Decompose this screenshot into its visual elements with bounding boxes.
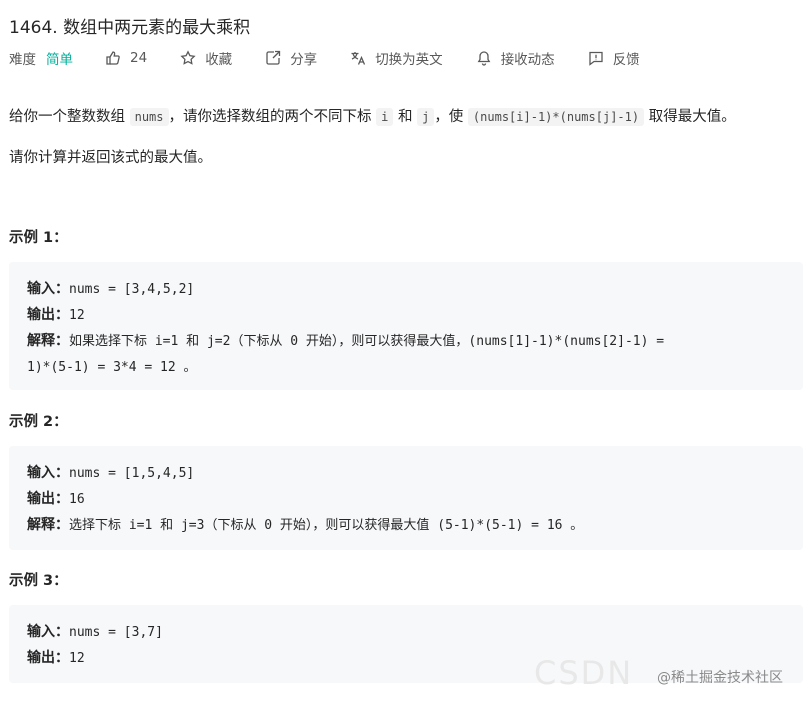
output-value: 12 bbox=[69, 308, 85, 323]
explain-label: 解释： bbox=[27, 333, 69, 349]
description-text: 和 bbox=[397, 109, 413, 125]
description-text: ，请你选择数组的两个不同下标 bbox=[168, 109, 372, 125]
difficulty-label: 难度 bbox=[9, 52, 36, 68]
feedback-icon bbox=[589, 51, 603, 66]
example-output-line: 输出：12 bbox=[27, 647, 85, 667]
inline-code: (nums[i]-1)*(nums[j]-1) bbox=[467, 108, 645, 126]
example-output-line: 输出：16 bbox=[27, 488, 85, 508]
output-label: 输出： bbox=[27, 650, 69, 666]
example-explain-line: 解释：选择下标 i=1 和 j=3（下标从 0 开始），则可以获得最大值 (5-… bbox=[27, 514, 583, 534]
input-label: 输入： bbox=[27, 624, 69, 640]
output-label: 输出： bbox=[27, 491, 69, 507]
example-1-title: 示例 1： bbox=[9, 230, 68, 246]
explain-value: 选择下标 i=1 和 j=3（下标从 0 开始），则可以获得最大值 (5-1)*… bbox=[69, 518, 584, 533]
input-value: nums = [3,7] bbox=[69, 625, 163, 640]
share-icon bbox=[266, 50, 281, 65]
like-button[interactable]: 24 bbox=[105, 50, 147, 66]
inline-code: nums bbox=[129, 108, 169, 126]
notify-button[interactable]: 接收动态 bbox=[476, 48, 555, 68]
thumbs-up-icon bbox=[106, 51, 120, 65]
feedback-button[interactable]: 反馈 bbox=[588, 48, 640, 68]
notify-label: 接收动态 bbox=[500, 52, 555, 68]
description-text: ，使 bbox=[434, 109, 464, 125]
csdn-watermark: CSDN bbox=[534, 654, 634, 692]
problem-toolbar: 难度 简单 24 收藏 分享 切换为英文 接收动态 反馈 bbox=[9, 48, 640, 68]
explain-label: 解释： bbox=[27, 517, 69, 533]
example-3-title: 示例 3： bbox=[9, 573, 68, 589]
bell-icon bbox=[477, 51, 491, 66]
problem-title: 1464. 数组中两元素的最大乘积 bbox=[9, 18, 251, 38]
example-input-line: 输入：nums = [3,4,5,2] bbox=[27, 278, 194, 298]
explain-value: 如果选择下标 i=1 和 j=2（下标从 0 开始），则可以获得最大值，(num… bbox=[69, 334, 665, 349]
description-text: 给你一个整数数组 bbox=[9, 109, 125, 125]
switch-language-button[interactable]: 切换为英文 bbox=[350, 48, 443, 68]
example-1-block: 输入：nums = [3,4,5,2] 输出：12 解释：如果选择下标 i=1 … bbox=[9, 262, 803, 390]
translate-icon bbox=[351, 52, 366, 65]
input-label: 输入： bbox=[27, 465, 69, 481]
star-icon bbox=[180, 50, 196, 65]
share-label: 分享 bbox=[290, 52, 318, 68]
favorite-button[interactable]: 收藏 bbox=[180, 48, 232, 68]
inline-code: j bbox=[417, 108, 435, 126]
input-value: nums = [3,4,5,2] bbox=[69, 282, 195, 297]
switch-language-label: 切换为英文 bbox=[375, 52, 443, 68]
juejin-watermark: @稀土掘金技术社区 bbox=[657, 670, 783, 686]
output-value: 16 bbox=[69, 492, 85, 507]
share-button[interactable]: 分享 bbox=[265, 48, 317, 68]
description-text: 取得最大值。 bbox=[648, 109, 736, 125]
difficulty-badge: 简单 bbox=[46, 52, 73, 68]
output-value: 12 bbox=[69, 651, 85, 666]
input-label: 输入： bbox=[27, 281, 69, 297]
output-label: 输出： bbox=[27, 307, 69, 323]
example-2-block: 输入：nums = [1,5,4,5] 输出：16 解释：选择下标 i=1 和 … bbox=[9, 446, 803, 550]
like-count: 24 bbox=[130, 50, 148, 66]
example-explain-line: 解释：如果选择下标 i=1 和 j=2（下标从 0 开始），则可以获得最大值，(… bbox=[27, 330, 664, 350]
problem-description: 给你一个整数数组 nums ，请你选择数组的两个不同下标 i 和 j ，使 (num… bbox=[9, 105, 803, 129]
input-value: nums = [1,5,4,5] bbox=[69, 466, 195, 481]
favorite-label: 收藏 bbox=[205, 52, 233, 68]
example-2-title: 示例 2： bbox=[9, 414, 68, 430]
inline-code: i bbox=[376, 108, 394, 126]
example-explain-line-2: 1)*(5-1) = 3*4 = 12 。 bbox=[27, 360, 197, 375]
description-paragraph-2: 请你计算并返回该式的最大值。 bbox=[9, 150, 212, 166]
example-input-line: 输入：nums = [3,7] bbox=[27, 621, 163, 641]
example-output-line: 输出：12 bbox=[27, 304, 85, 324]
feedback-label: 反馈 bbox=[612, 52, 640, 68]
example-input-line: 输入：nums = [1,5,4,5] bbox=[27, 462, 194, 482]
